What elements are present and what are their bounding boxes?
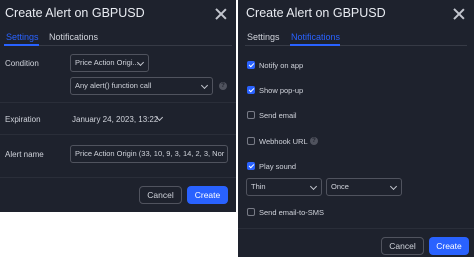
send-email-sms-checkbox[interactable]	[247, 208, 255, 216]
chevron-down-icon	[309, 182, 318, 191]
create-alert-dialog-settings: Create Alert on GBPUSD Settings Notifica…	[0, 0, 236, 212]
create-alert-dialog-notifications: Create Alert on GBPUSD Settings Notifica…	[238, 0, 474, 257]
help-icon[interactable]: ?	[219, 82, 227, 90]
close-icon[interactable]	[452, 7, 466, 21]
condition-source-value: Price Action Origi...	[75, 58, 139, 67]
condition-trigger-select[interactable]: Any alert() function call	[70, 77, 213, 95]
close-icon[interactable]	[214, 7, 228, 21]
create-button[interactable]: Create	[187, 186, 228, 204]
section-divider	[0, 102, 236, 103]
send-email-label: Send email	[259, 111, 297, 120]
tab-notifications[interactable]: Notifications	[291, 32, 340, 42]
repeat-select[interactable]: Once	[326, 178, 402, 196]
create-button[interactable]: Create	[429, 237, 469, 255]
webhook-url-checkbox[interactable]	[247, 137, 255, 145]
play-sound-label: Play sound	[259, 162, 297, 171]
expiration-label: Expiration	[5, 115, 41, 124]
sound-select[interactable]: Thin	[246, 178, 322, 196]
repeat-value: Once	[331, 182, 349, 191]
cancel-button[interactable]: Cancel	[381, 237, 424, 255]
section-divider	[0, 134, 236, 135]
active-tab-indicator	[290, 44, 340, 46]
webhook-url-label: Webhook URL	[259, 137, 308, 146]
alert-name-label: Alert name	[5, 150, 44, 159]
alert-name-input[interactable]: Price Action Origin (33, 10, 9, 3, 14, 2…	[70, 145, 228, 163]
show-popup-label: Show pop-up	[259, 86, 304, 95]
condition-label: Condition	[5, 59, 39, 68]
notify-on-app-label: Notify on app	[259, 61, 304, 70]
tab-settings[interactable]: Settings	[247, 32, 280, 42]
active-tab-indicator	[4, 44, 39, 46]
send-email-checkbox[interactable]	[247, 111, 255, 119]
condition-source-select[interactable]: Price Action Origi...	[70, 54, 149, 72]
play-sound-checkbox[interactable]	[247, 162, 255, 170]
chevron-down-icon	[200, 81, 209, 90]
sound-value: Thin	[251, 182, 266, 191]
tab-divider	[245, 45, 467, 46]
tab-notifications[interactable]: Notifications	[49, 32, 98, 42]
expiration-value[interactable]: January 24, 2023, 13:22	[72, 115, 158, 124]
chevron-down-icon	[389, 182, 398, 191]
footer-divider	[238, 228, 474, 229]
condition-trigger-value: Any alert() function call	[75, 81, 152, 90]
notify-on-app-checkbox[interactable]	[247, 61, 255, 69]
dialog-title: Create Alert on GBPUSD	[246, 6, 386, 20]
dialog-title: Create Alert on GBPUSD	[5, 6, 145, 20]
tab-settings[interactable]: Settings	[6, 32, 39, 42]
help-icon[interactable]: ?	[310, 137, 318, 145]
send-email-sms-label: Send email-to-SMS	[259, 208, 325, 217]
cancel-button[interactable]: Cancel	[139, 186, 182, 204]
footer-divider	[0, 177, 236, 178]
show-popup-checkbox[interactable]	[247, 86, 255, 94]
